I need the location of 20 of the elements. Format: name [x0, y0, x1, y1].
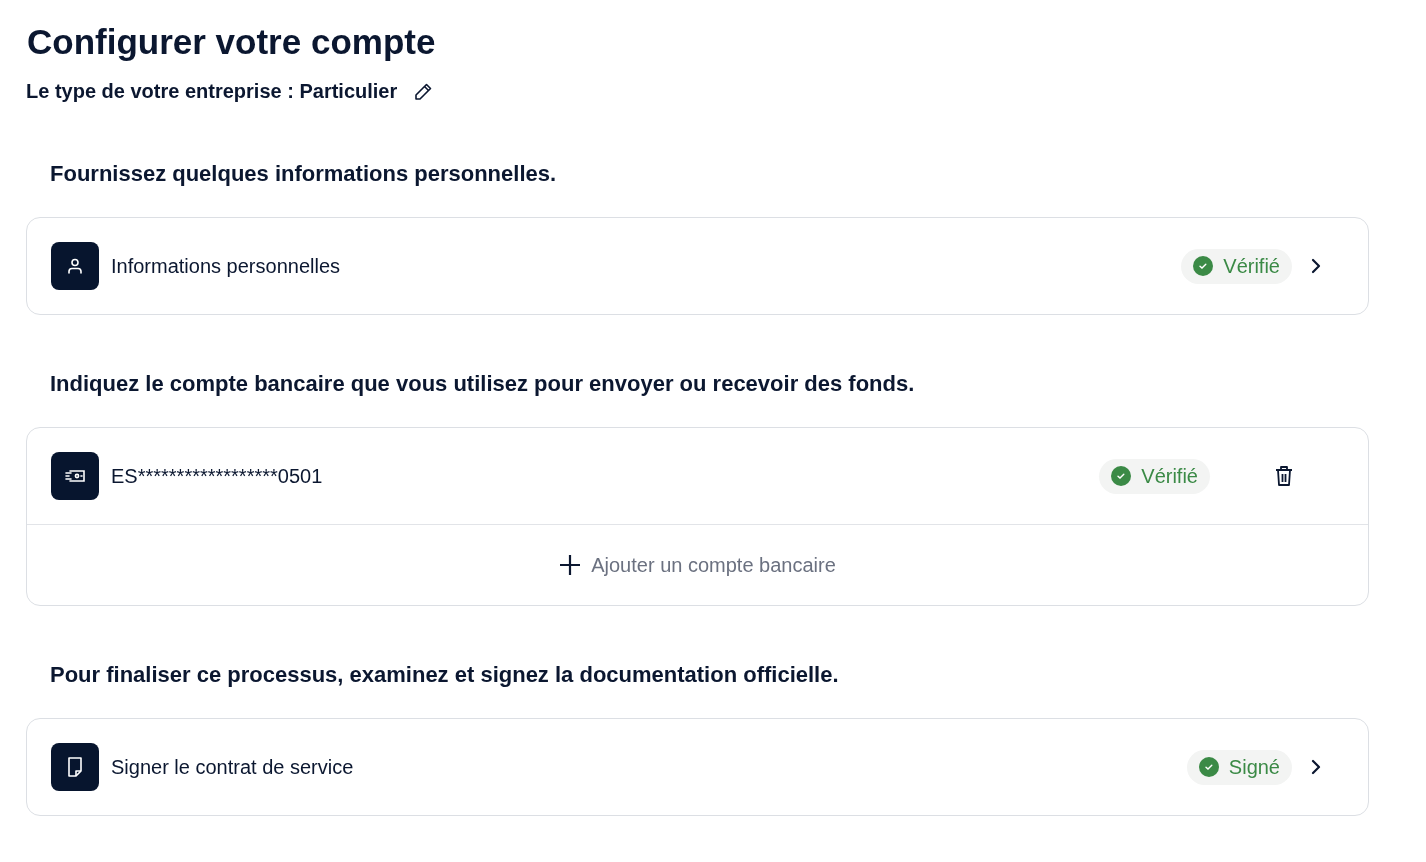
- plus-icon: [559, 554, 582, 576]
- check-icon: [1198, 757, 1219, 777]
- section-heading: Pour finaliser ce processus, examinez et signez la documentation officielle.: [50, 662, 840, 688]
- check-icon: [1111, 466, 1132, 486]
- row-label[interactable]: Informations personnelles: [111, 254, 1170, 278]
- check-icon: [1193, 256, 1214, 276]
- status-badge: Vérifié: [1181, 248, 1292, 284]
- row-label[interactable]: ES******************0501: [111, 464, 1088, 488]
- document-icon: [65, 756, 85, 778]
- banknote-icon: [63, 468, 87, 484]
- person-icon: [65, 256, 85, 276]
- status-badge: Vérifié: [1099, 458, 1210, 494]
- section-heading: Fournissez quelques informations personnelles.: [50, 161, 558, 187]
- add-bank-account-button[interactable]: Ajouter un compte bancaire: [553, 552, 842, 578]
- page-title: Configurer votre compte: [27, 22, 437, 62]
- section-heading: Indiquez le compte bancaire que vous utilisez pour envoyer ou recevoir des fonds.: [50, 371, 916, 397]
- business-type-label: Le type de votre entreprise : Particulier: [26, 80, 398, 103]
- status-badge: Signé: [1186, 749, 1292, 785]
- edit-icon[interactable]: [413, 81, 434, 102]
- row-label[interactable]: Signer le contrat de service: [111, 755, 1175, 779]
